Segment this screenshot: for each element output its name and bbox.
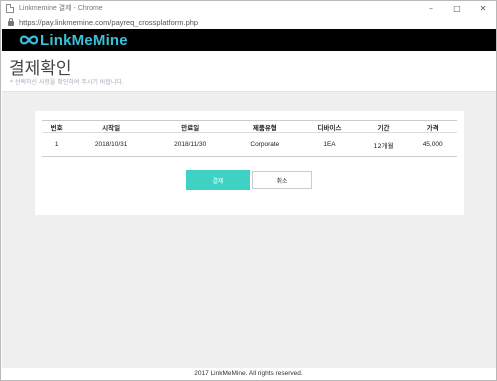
- cell-product-type: Corporate: [250, 141, 280, 148]
- close-icon[interactable]: ✕: [470, 1, 496, 15]
- footer-copyright: 2017 LinkMeMine. All rights reserved.: [194, 370, 303, 377]
- column-header-start: 시작일: [71, 120, 151, 133]
- minimize-icon[interactable]: –: [418, 1, 444, 15]
- url-text[interactable]: https://pay.linkmemine.com/payreq_crossp…: [19, 18, 198, 27]
- lock-icon: [8, 17, 14, 26]
- page-title: 결제확인: [9, 59, 72, 79]
- cell-number: 1: [54, 141, 59, 148]
- maximize-icon[interactable]: □: [444, 1, 470, 15]
- brand-bar: LinkMeMine: [2, 29, 496, 51]
- column-header-number: 번호: [42, 120, 72, 133]
- cell-device: 1EA: [323, 141, 336, 148]
- window-title: Linkmemine 결제 - Chrome: [19, 5, 103, 12]
- page-icon: [6, 3, 14, 13]
- page-header: 결제확인 * 선택하신 사항을 확인하여 주시기 바랍니다.: [2, 51, 496, 92]
- brand-logo-text[interactable]: LinkMeMine: [40, 32, 128, 49]
- table-row: 1 2018/10/31 2018/11/30 Corporate 1EA 12…: [42, 133, 457, 157]
- cell-start-date: 2018/10/31: [94, 141, 128, 148]
- title-bar: Linkmemine 결제 - Chrome – □ ✕: [1, 1, 496, 15]
- infinity-logo-icon: [19, 34, 39, 46]
- cell-end-date: 2018/11/30: [174, 141, 207, 148]
- column-header-end: 만료일: [150, 120, 230, 133]
- column-header-price: 가격: [408, 120, 457, 133]
- column-header-device: 디바이스: [300, 120, 359, 133]
- pay-button[interactable]: 결제: [186, 170, 250, 190]
- cell-period: 12개월: [373, 141, 394, 150]
- order-card: 번호 시작일 만료일 제품유형 디바이스 기간 가격 1 2018/10/31 …: [35, 111, 464, 215]
- address-bar[interactable]: https://pay.linkmemine.com/payreq_crossp…: [1, 15, 496, 29]
- window-controls: – □ ✕: [418, 1, 496, 15]
- column-header-period: 기간: [358, 120, 409, 133]
- table-header-row: 번호 시작일 만료일 제품유형 디바이스 기간 가격: [42, 120, 457, 133]
- cell-price: 45,000: [422, 141, 443, 148]
- column-header-type: 제품유형: [229, 120, 301, 133]
- page-subtitle: * 선택하신 사항을 확인하여 주시기 바랍니다.: [10, 79, 124, 86]
- order-table: 번호 시작일 만료일 제품유형 디바이스 기간 가격 1 2018/10/31 …: [42, 120, 457, 157]
- browser-window: Linkmemine 결제 - Chrome – □ ✕ https://pay…: [0, 0, 497, 381]
- cancel-button[interactable]: 취소: [252, 171, 312, 189]
